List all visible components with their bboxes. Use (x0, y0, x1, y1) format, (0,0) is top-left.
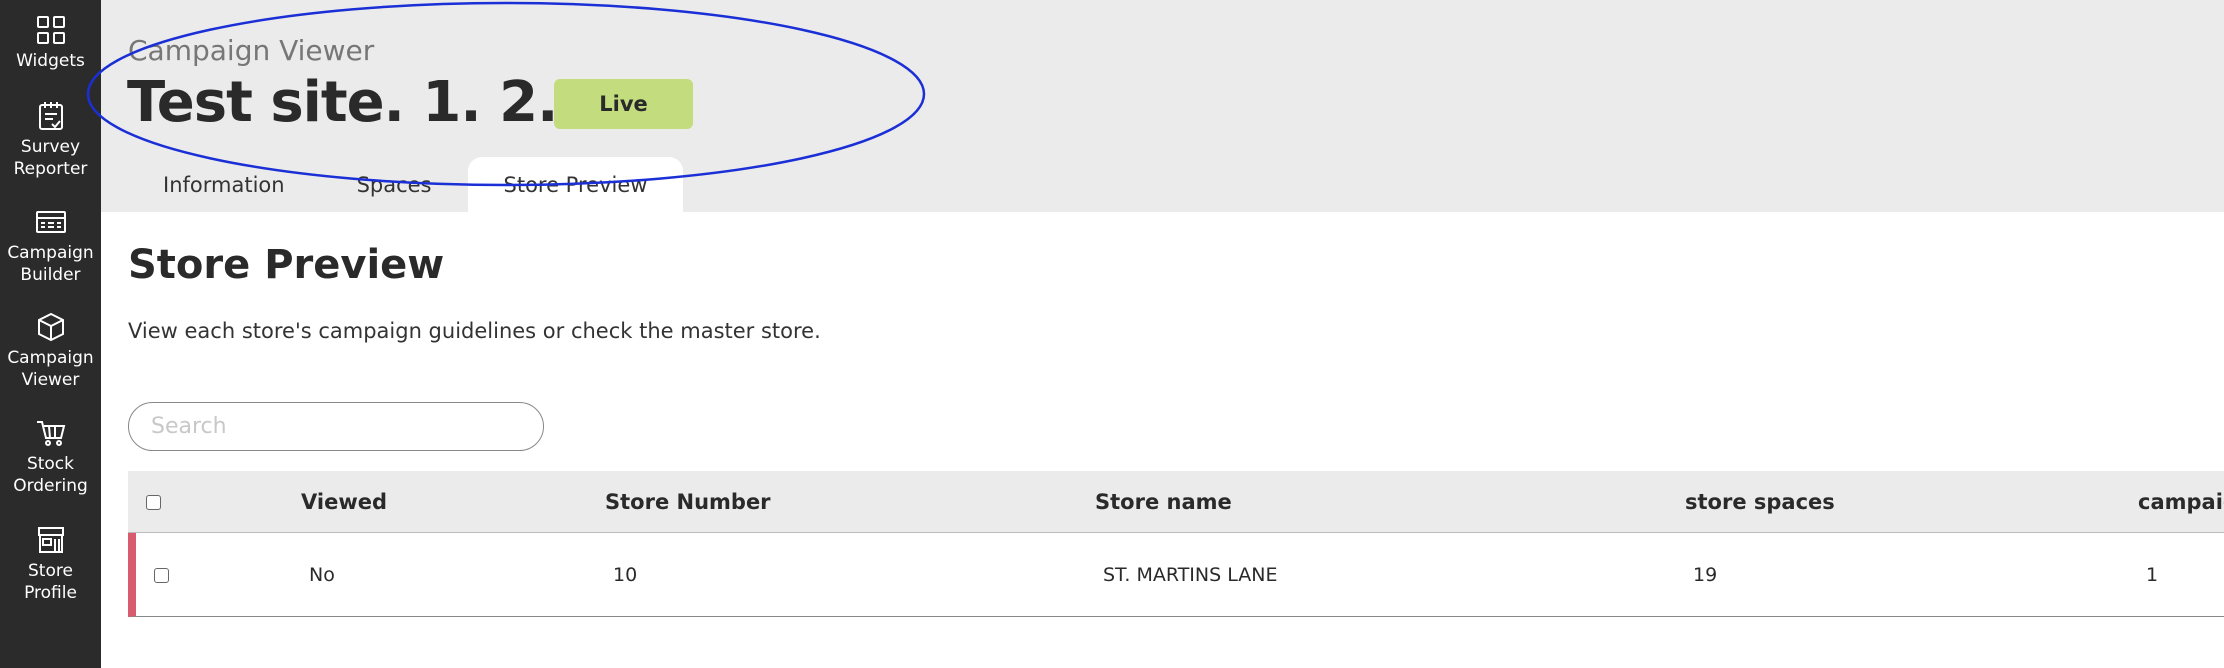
column-header-store-name[interactable]: Store name (1095, 471, 1232, 533)
column-header-store-number[interactable]: Store Number (605, 471, 771, 533)
column-header-campaign[interactable]: campaig (2138, 471, 2224, 533)
cell-campaign: 1 (2146, 564, 2159, 586)
sidebar-item-survey-reporter[interactable]: Survey Reporter (0, 96, 101, 180)
stores-table: Viewed Store Number Store name store spa… (128, 471, 2224, 617)
cell-store-name: ST. MARTINS LANE (1103, 564, 1278, 586)
sidebar-item-label: Stock Ordering (13, 454, 88, 496)
sidebar-item-label: Store Profile (24, 561, 77, 603)
main-content: Store Preview View each store's campaign… (101, 212, 2224, 668)
row-select-cell (154, 533, 169, 617)
select-all-checkbox[interactable] (146, 494, 161, 510)
select-all-cell (146, 471, 161, 533)
tab-store-preview[interactable]: Store Preview (467, 157, 684, 212)
sidebar: Widgets Survey Reporter Campaign Builder… (0, 0, 101, 668)
sidebar-item-label: Campaign Viewer (7, 348, 94, 390)
cube-box-icon (31, 307, 71, 347)
sidebar-item-label: Survey Reporter (13, 137, 88, 179)
section-title: Store Preview (128, 242, 445, 288)
shopping-cart-icon (31, 413, 71, 453)
sidebar-item-label: Widgets (16, 51, 85, 71)
tab-information[interactable]: Information (127, 157, 321, 212)
row-checkbox[interactable] (154, 567, 169, 583)
search-input[interactable] (128, 402, 544, 451)
tab-spaces[interactable]: Spaces (321, 157, 468, 212)
section-description: View each store's campaign guidelines or… (128, 319, 821, 343)
column-header-viewed[interactable]: Viewed (301, 471, 387, 533)
sidebar-item-widgets[interactable]: Widgets (0, 10, 101, 72)
sidebar-item-store-profile[interactable]: Store Profile (0, 520, 101, 604)
table-row[interactable]: No 10 ST. MARTINS LANE 19 1 (128, 533, 2224, 617)
table-header: Viewed Store Number Store name store spa… (128, 471, 2224, 533)
app-title: Campaign Viewer (128, 34, 375, 67)
storefront-icon (31, 520, 71, 560)
page-header: Campaign Viewer Test site. 1. 2. 3 Live … (101, 0, 2224, 212)
widgets-grid-icon (31, 10, 71, 50)
cell-store-number: 10 (613, 564, 638, 586)
sidebar-item-label: Campaign Builder (7, 243, 94, 285)
tab-bar: Information Spaces Store Preview (127, 157, 684, 212)
builder-board-icon (31, 202, 71, 242)
cell-store-spaces: 19 (1693, 564, 1718, 586)
app-root: Widgets Survey Reporter Campaign Builder… (0, 0, 2224, 668)
sidebar-item-campaign-builder[interactable]: Campaign Builder (0, 202, 101, 286)
sidebar-item-stock-ordering[interactable]: Stock Ordering (0, 413, 101, 497)
page-title: Test site. 1. 2. 3 (127, 70, 615, 135)
status-badge: Live (554, 79, 693, 129)
sidebar-item-campaign-viewer[interactable]: Campaign Viewer (0, 307, 101, 391)
column-header-store-spaces[interactable]: store spaces (1685, 471, 1835, 533)
cell-viewed: No (309, 564, 335, 586)
clipboard-checklist-icon (31, 96, 71, 136)
